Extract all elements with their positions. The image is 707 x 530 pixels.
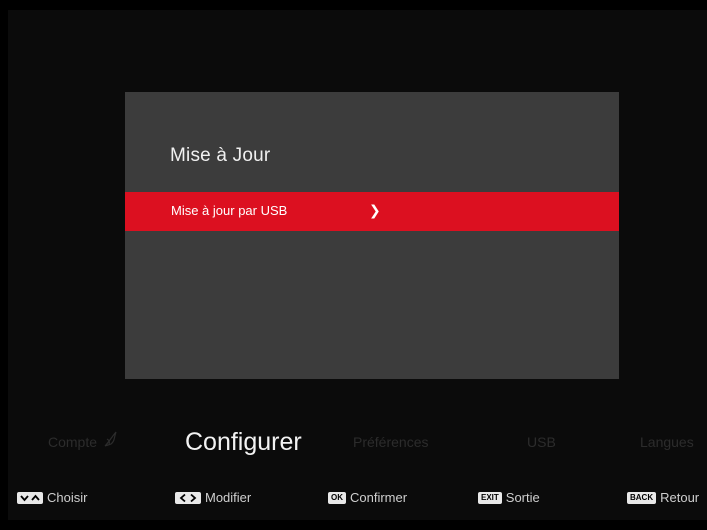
legend-item-sortie: EXIT Sortie	[478, 490, 540, 506]
leaf-icon	[103, 423, 119, 463]
tab-label: Préférences	[353, 434, 429, 450]
legend-label: Modifier	[205, 490, 252, 505]
tab-usb[interactable]: USB	[527, 422, 556, 462]
tab-langues[interactable]: Langues	[640, 422, 694, 462]
update-panel: Mise à Jour Mise à jour par USB ❯	[125, 92, 619, 379]
tab-compte[interactable]: Compte	[48, 422, 119, 462]
up-down-arrows-icon	[17, 491, 43, 504]
menu-item-usb-update[interactable]: Mise à jour par USB ❯	[125, 192, 619, 231]
left-right-arrows-icon	[175, 491, 201, 504]
category-tabs: Compte Configurer Préférences USB Langue…	[0, 422, 707, 462]
tab-preferences[interactable]: Préférences	[353, 422, 428, 462]
remote-key-legend: Choisir Modifier OK Confirmer EXIT Sortie …	[0, 482, 707, 514]
legend-label: Choisir	[47, 490, 88, 505]
legend-item-retour: BACK Retour	[627, 490, 699, 506]
tab-label: USB	[527, 434, 556, 450]
legend-item-modifier: Modifier	[175, 490, 251, 506]
legend-item-confirmer: OK Confirmer	[328, 490, 407, 506]
legend-label: Retour	[660, 490, 700, 505]
legend-label: Confirmer	[350, 490, 408, 505]
legend-label: Sortie	[505, 490, 540, 505]
chevron-right-icon: ❯	[369, 202, 381, 218]
tab-label: Langues	[640, 434, 694, 450]
legend-item-choisir: Choisir	[17, 490, 87, 506]
ok-key-icon: OK	[328, 491, 346, 504]
exit-key-icon: EXIT	[478, 491, 502, 504]
tab-label: Compte	[48, 434, 98, 450]
menu-item-label: Mise à jour par USB	[171, 203, 288, 218]
tab-label: Configurer	[185, 428, 302, 456]
back-key-icon: BACK	[627, 491, 657, 504]
tab-configurer[interactable]: Configurer	[185, 422, 302, 462]
panel-title: Mise à Jour	[170, 145, 271, 166]
